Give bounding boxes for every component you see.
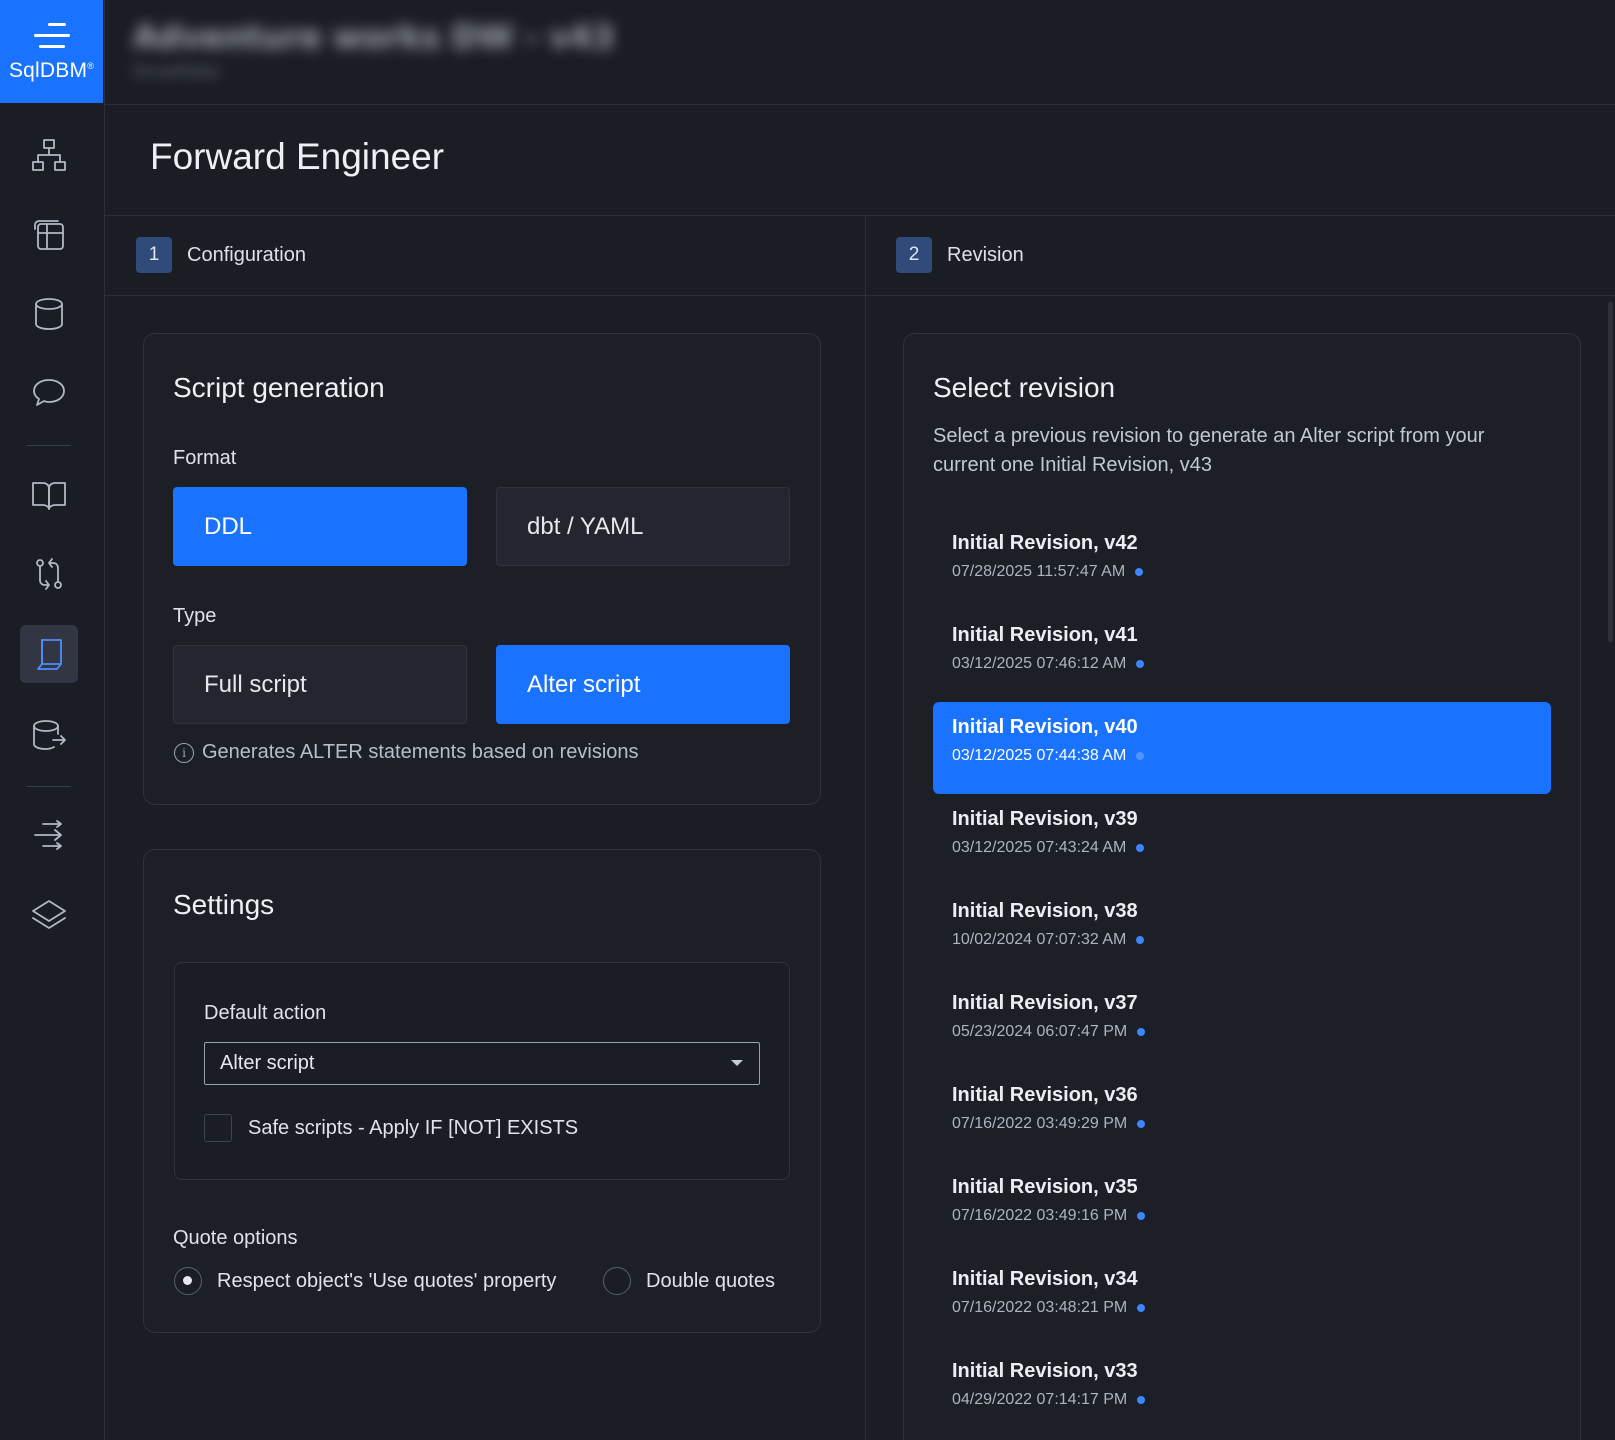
revision-item-selected[interactable]: Initial Revision, v40 03/12/2025 07:44:3… <box>933 702 1551 794</box>
status-dot <box>1137 1304 1146 1312</box>
book-icon[interactable] <box>20 466 78 524</box>
revision-item[interactable]: Initial Revision, v35 07/16/2022 03:49:1… <box>933 1162 1551 1254</box>
safe-scripts-label: Safe scripts - Apply IF [NOT] EXISTS <box>248 1117 579 1139</box>
type-option-full-script[interactable]: Full script <box>173 645 467 724</box>
script-generation-title: Script generation <box>173 372 385 403</box>
top-bar: Adventure works DW - v43 Snowflake <box>105 0 1615 105</box>
format-option-dbt-yaml[interactable]: dbt / YAML <box>496 487 790 566</box>
project-subtitle: Snowflake <box>133 62 220 82</box>
status-dot <box>1136 844 1145 852</box>
table-grid-icon[interactable] <box>20 206 78 264</box>
status-dot <box>1135 568 1144 576</box>
status-dot <box>1137 1212 1146 1220</box>
sqldbm-logo[interactable]: SqlDBM® <box>0 0 103 103</box>
page-title: Forward Engineer <box>150 136 445 177</box>
revision-date: 07/16/2022 03:49:29 PM <box>952 1115 1128 1132</box>
step-configuration[interactable]: 1 Configuration <box>136 237 306 273</box>
safe-scripts-checkbox[interactable] <box>204 1114 232 1142</box>
status-dot <box>1136 936 1145 944</box>
format-option-ddl[interactable]: DDL <box>173 487 467 566</box>
revision-item[interactable]: Initial Revision, v34 07/16/2022 03:48:2… <box>933 1254 1551 1346</box>
step-label: Revision <box>947 243 1024 266</box>
revision-name: Initial Revision, v36 <box>952 1084 1138 1106</box>
status-dot <box>1137 1120 1146 1128</box>
logo-text: SqlDBM® <box>8 58 95 82</box>
diagram-hierarchy-icon[interactable] <box>20 126 78 184</box>
type-hint: i Generates ALTER statements based on re… <box>174 741 639 764</box>
left-rail: SqlDBM® <box>0 0 105 1440</box>
layers-icon[interactable] <box>20 886 78 944</box>
revision-date: 07/28/2025 11:57:47 AM <box>952 563 1126 580</box>
revision-name: Initial Revision, v40 <box>952 716 1138 738</box>
revision-item[interactable]: Initial Revision, v37 05/23/2024 06:07:4… <box>933 978 1551 1070</box>
forward-engineer-icon[interactable] <box>20 625 78 683</box>
revision-name: Initial Revision, v38 <box>952 900 1138 922</box>
quote-option-double-label[interactable]: Double quotes <box>646 1270 775 1293</box>
default-action-value: Alter script <box>220 1052 315 1074</box>
status-dot <box>1136 660 1145 668</box>
format-label: Format <box>173 447 237 469</box>
step-number: 1 <box>136 237 172 273</box>
revision-item[interactable]: Initial Revision, v41 03/12/2025 07:46:1… <box>933 610 1551 702</box>
step-number: 2 <box>896 237 932 273</box>
type-label: Type <box>173 605 217 627</box>
compare-arrows-icon[interactable] <box>20 545 78 603</box>
chevron-down-icon <box>731 1060 743 1066</box>
revision-date: 10/02/2024 07:07:32 AM <box>952 931 1127 948</box>
revision-item[interactable]: Initial Revision, v39 03/12/2025 07:43:2… <box>933 794 1551 886</box>
info-icon: i <box>174 742 194 763</box>
revision-list: Initial Revision, v42 07/28/2025 11:57:4… <box>933 518 1551 1438</box>
revision-item[interactable]: Initial Revision, v36 07/16/2022 03:49:2… <box>933 1070 1551 1162</box>
quote-option-double-radio[interactable] <box>603 1267 631 1295</box>
quote-option-respect-radio[interactable] <box>174 1267 202 1295</box>
revision-name: Initial Revision, v34 <box>952 1268 1138 1290</box>
revision-item[interactable]: Initial Revision, v38 10/02/2024 07:07:3… <box>933 886 1551 978</box>
revision-date: 03/12/2025 07:46:12 AM <box>952 655 1127 672</box>
revision-name: Initial Revision, v39 <box>952 808 1138 830</box>
revision-date: 03/12/2025 07:43:24 AM <box>952 839 1127 856</box>
select-revision-description: Select a previous revision to generate a… <box>933 425 1485 476</box>
revision-name: Initial Revision, v41 <box>952 624 1138 646</box>
quote-option-respect-label[interactable]: Respect object's 'Use quotes' property <box>217 1270 556 1293</box>
status-dot <box>1137 1396 1146 1404</box>
revision-date: 07/16/2022 03:49:16 PM <box>952 1207 1128 1224</box>
project-title[interactable]: Adventure works DW - v43 <box>133 18 614 56</box>
status-dot <box>1136 752 1145 760</box>
menu-icon <box>33 21 70 51</box>
step-label: Configuration <box>187 243 306 266</box>
revision-name: Initial Revision, v42 <box>952 532 1138 554</box>
revision-date: 03/12/2025 07:44:38 AM <box>952 747 1127 764</box>
revision-date: 04/29/2022 07:14:17 PM <box>952 1391 1128 1408</box>
select-revision-title: Select revision <box>933 372 1116 403</box>
revision-date: 07/16/2022 03:48:21 PM <box>952 1299 1128 1316</box>
revision-item[interactable]: Initial Revision, v42 07/28/2025 11:57:4… <box>933 518 1551 610</box>
database-export-icon[interactable] <box>20 706 78 764</box>
revision-name: Initial Revision, v37 <box>952 992 1138 1014</box>
step-revision[interactable]: 2 Revision <box>896 237 1024 273</box>
database-icon[interactable] <box>20 285 78 343</box>
type-option-alter-script[interactable]: Alter script <box>496 645 790 724</box>
revision-scrollbar[interactable] <box>1608 302 1613 642</box>
type-hint-text: Generates ALTER statements based on revi… <box>202 741 639 763</box>
settings-title: Settings <box>173 889 275 920</box>
revision-name: Initial Revision, v33 <box>952 1360 1138 1382</box>
transfer-arrows-icon[interactable] <box>20 806 78 864</box>
default-action-label: Default action <box>204 1002 327 1024</box>
chat-bubble-icon[interactable] <box>20 364 78 422</box>
revision-item[interactable]: Initial Revision, v33 04/29/2022 07:14:1… <box>933 1346 1551 1438</box>
status-dot <box>1137 1028 1146 1036</box>
default-action-select[interactable]: Alter script <box>204 1042 760 1085</box>
revision-date: 05/23/2024 06:07:47 PM <box>952 1023 1128 1040</box>
quote-options-label: Quote options <box>173 1227 298 1249</box>
revision-name: Initial Revision, v35 <box>952 1176 1138 1198</box>
